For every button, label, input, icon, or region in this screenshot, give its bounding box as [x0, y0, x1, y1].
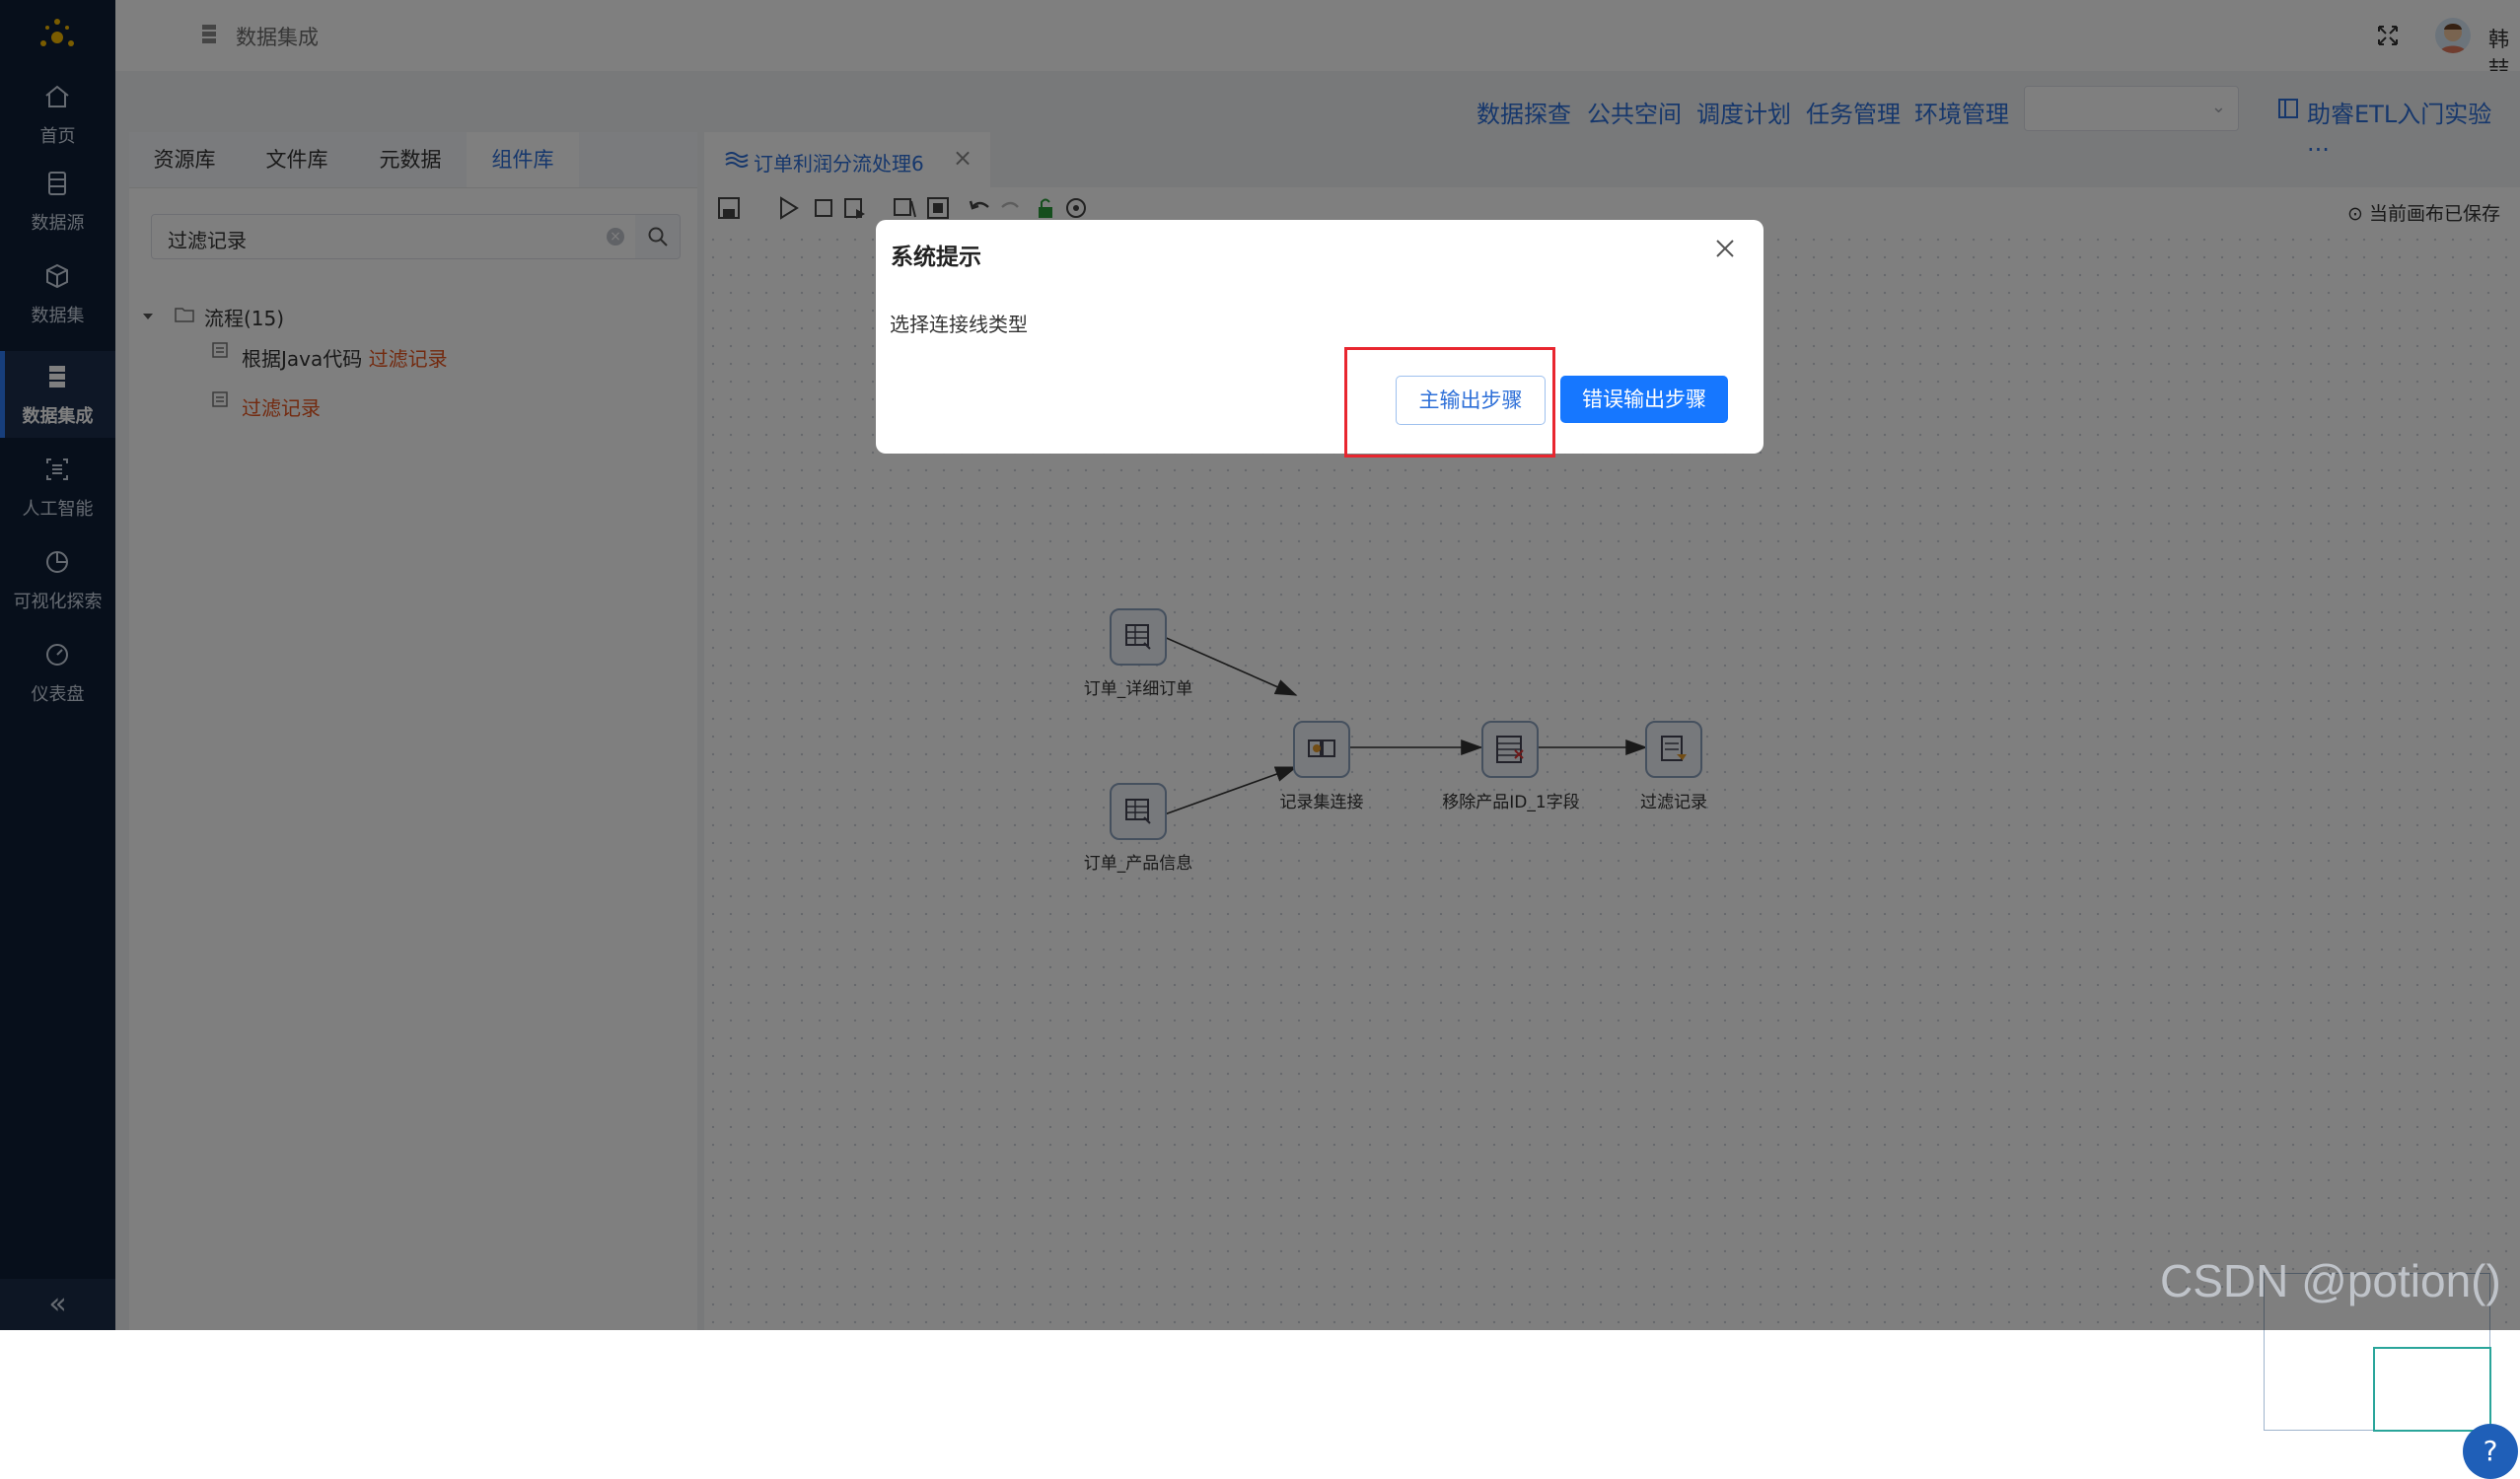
error-output-step-button[interactable]: 错误输出步骤: [1560, 376, 1728, 423]
system-prompt-dialog: 系统提示 选择连接线类型 主输出步骤 错误输出步骤: [876, 220, 1764, 454]
minimap-viewport[interactable]: [2373, 1347, 2491, 1432]
dialog-title: 系统提示: [891, 245, 981, 270]
help-button[interactable]: ?: [2463, 1424, 2518, 1479]
annotation-highlight-box: [1344, 347, 1555, 458]
watermark: CSDN @potion(): [2160, 1255, 2501, 1306]
close-icon[interactable]: [1712, 236, 1738, 261]
modal-overlay[interactable]: [0, 0, 2520, 1330]
dialog-message: 选择连接线类型: [890, 313, 1028, 336]
